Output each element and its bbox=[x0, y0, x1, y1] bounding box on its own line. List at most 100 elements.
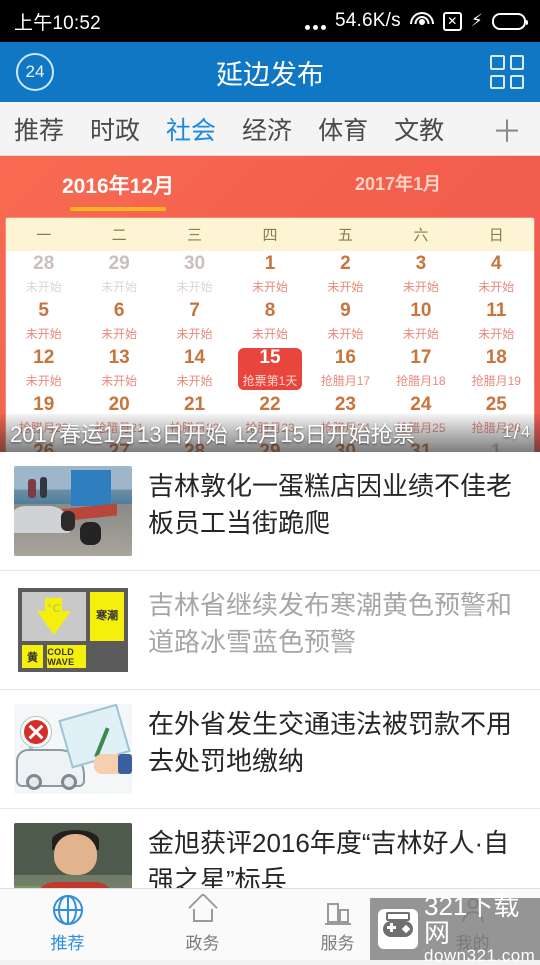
calendar-day-cell[interactable]: 10 未开始 bbox=[383, 298, 458, 345]
day-status: 未开始 bbox=[251, 279, 288, 294]
month-tab-current[interactable]: 2016年12月 bbox=[62, 170, 174, 211]
day-status: 未开始 bbox=[402, 279, 439, 294]
calendar-day-cell[interactable]: 11 未开始 bbox=[459, 298, 534, 345]
site-watermark: 321下载网 down321.com bbox=[370, 892, 540, 965]
nav-label: 服务 bbox=[320, 934, 355, 953]
news-list-item[interactable]: ℃ 寒潮 黄 COLD WAVE 吉林省继续发布寒潮黄色预警和道路冰雪蓝色预警 bbox=[0, 571, 540, 690]
warning-level: 黄 bbox=[21, 644, 44, 669]
day-number: 28 bbox=[33, 253, 55, 275]
day-number: 17 bbox=[410, 347, 432, 369]
news-list-item[interactable]: 吉林敦化一蛋糕店因业绩不佳老板员工当街跪爬 bbox=[0, 452, 540, 571]
logo-24-icon[interactable]: 24 bbox=[16, 53, 54, 91]
tab-shehui[interactable]: 社会 bbox=[166, 111, 216, 147]
day-number: 7 bbox=[189, 300, 200, 322]
charging-bolt-icon: ⚡ bbox=[470, 11, 483, 30]
cold-wave-english: COLD WAVE bbox=[47, 644, 86, 669]
day-number: 24 bbox=[410, 394, 432, 416]
day-number: 3 bbox=[415, 253, 427, 275]
grid-menu-icon[interactable] bbox=[490, 55, 524, 89]
banner-caption-text: 2017春运1月13日开始 12月15日开始抢票 bbox=[10, 422, 415, 447]
day-number: 8 bbox=[264, 300, 276, 322]
day-status: 抢腊月18 bbox=[396, 373, 446, 388]
day-status: 未开始 bbox=[101, 326, 138, 341]
day-number: 18 bbox=[485, 347, 507, 369]
calendar-day-cell[interactable]: 18 抢腊月19 bbox=[459, 345, 534, 392]
category-tab-bar[interactable]: 推荐 时政 社会 经济 体育 文教 ＋ bbox=[0, 102, 540, 156]
x-box-icon: ✕ bbox=[442, 11, 462, 31]
calendar-week-row: 5 未开始 6 未开始 7 未开始 8 未开始 9 未开始 10 未开始 11 未开始 bbox=[6, 298, 534, 345]
day-status: 未开始 bbox=[176, 326, 213, 341]
calendar-day-cell[interactable]: 17 抢腊月18 bbox=[383, 345, 458, 392]
news-list-item[interactable]: 在外省发生交通违法被罚款不用去处罚地缴纳 bbox=[0, 690, 540, 809]
street-scene-photo bbox=[14, 466, 132, 556]
calendar-day-cell[interactable]: 6 未开始 bbox=[81, 298, 156, 345]
nav-item-zhengwu[interactable]: 政务 bbox=[135, 889, 270, 960]
status-bar-time: 上午10:52 bbox=[14, 12, 101, 34]
calendar-day-cell-selected[interactable]: 15 抢票第1天 bbox=[232, 345, 307, 392]
tab-jingji[interactable]: 经济 bbox=[242, 111, 292, 147]
day-status: 未开始 bbox=[327, 279, 364, 294]
grid-cell bbox=[490, 74, 505, 89]
day-number: 30 bbox=[183, 253, 206, 275]
calendar-day-cell[interactable]: 12 未开始 bbox=[6, 345, 81, 392]
status-bar-icons: 54.6K/s ✕ ⚡ bbox=[305, 10, 528, 32]
calendar-day-cell[interactable]: 7 未开始 bbox=[157, 298, 232, 345]
tab-wenjiao[interactable]: 文教 bbox=[394, 111, 444, 147]
calendar-day-cell[interactable]: 8 未开始 bbox=[232, 298, 307, 345]
day-status: 未开始 bbox=[478, 326, 515, 341]
degree-symbol: ℃ bbox=[46, 602, 61, 615]
calendar-day-cell[interactable]: 3 未开始 bbox=[383, 251, 458, 298]
day-number: 19 bbox=[33, 394, 55, 416]
day-number: 22 bbox=[259, 394, 281, 416]
calendar-weekday-header: 一 二 三 四 五 六 日 bbox=[6, 218, 534, 251]
cold-wave-warning-icon: ℃ 寒潮 黄 COLD WAVE bbox=[14, 585, 132, 675]
wifi-icon bbox=[409, 12, 434, 30]
grid-cell bbox=[509, 55, 524, 70]
day-status: 抢腊月17 bbox=[320, 373, 371, 388]
weekday-tue: 二 bbox=[111, 227, 127, 244]
selected-day-highlight: 15 抢票第1天 bbox=[237, 347, 303, 390]
calendar-week-row: 12 未开始 13 未开始 14 未开始 15 抢票第1天 16 抢腊月17 17 抢腊月… bbox=[6, 345, 534, 392]
calendar-day-cell[interactable]: 9 未开始 bbox=[308, 298, 383, 345]
news-title: 吉林敦化一蛋糕店因业绩不佳老板员工当街跪爬 bbox=[148, 471, 513, 538]
month-tab-next[interactable]: 2017年1月 bbox=[355, 170, 441, 196]
weekday-mon: 一 bbox=[36, 227, 52, 244]
banner-carousel[interactable]: 2016年12月 2017年1月 一 二 三 四 五 六 日 28 未开始 29 未… bbox=[0, 156, 540, 452]
calendar-day-cell[interactable]: 28 未开始 bbox=[6, 251, 81, 298]
globe-icon bbox=[52, 895, 83, 925]
calendar-day-cell[interactable]: 13 未开始 bbox=[81, 345, 156, 392]
tab-shizheng[interactable]: 时政 bbox=[90, 111, 140, 147]
calendar-day-cell[interactable]: 4 未开始 bbox=[459, 251, 534, 298]
add-tab-button[interactable]: ＋ bbox=[492, 107, 522, 151]
day-number: 10 bbox=[410, 300, 432, 322]
tab-tuijian[interactable]: 推荐 bbox=[14, 111, 64, 147]
weekday-wed: 三 bbox=[187, 227, 203, 244]
calendar-day-cell[interactable]: 29 未开始 bbox=[81, 251, 156, 298]
calendar-day-cell[interactable]: 2 未开始 bbox=[308, 251, 383, 298]
nav-label: 推荐 bbox=[50, 934, 85, 953]
traffic-fine-illustration bbox=[14, 704, 132, 794]
day-number: 23 bbox=[334, 394, 356, 416]
calendar-day-cell[interactable]: 1 未开始 bbox=[232, 251, 307, 298]
day-status: 未开始 bbox=[25, 326, 62, 341]
nav-item-tuijian[interactable]: 推荐 bbox=[0, 889, 135, 960]
day-status: 未开始 bbox=[402, 326, 439, 341]
day-status: 未开始 bbox=[327, 326, 364, 341]
day-status: 未开始 bbox=[176, 279, 213, 294]
day-status: 未开始 bbox=[176, 373, 213, 388]
day-number: 4 bbox=[490, 253, 502, 275]
day-status: 抢腊月19 bbox=[471, 373, 521, 388]
day-status: 未开始 bbox=[25, 279, 62, 294]
grid-cell bbox=[509, 74, 524, 89]
day-number: 5 bbox=[38, 300, 49, 322]
weekday-thu: 四 bbox=[262, 227, 278, 244]
calendar-day-cell[interactable]: 16 抢腊月17 bbox=[308, 345, 383, 392]
tab-tiyu[interactable]: 体育 bbox=[318, 111, 368, 147]
calendar-day-cell[interactable]: 14 未开始 bbox=[157, 345, 232, 392]
day-number: 21 bbox=[183, 394, 206, 416]
calendar-day-cell[interactable]: 5 未开始 bbox=[6, 298, 81, 345]
calendar-day-cell[interactable]: 30 未开始 bbox=[157, 251, 232, 298]
day-number: 12 bbox=[33, 347, 55, 369]
news-list[interactable]: 吉林敦化一蛋糕店因业绩不佳老板员工当街跪爬 ℃ 寒潮 黄 COLD WAVE 吉… bbox=[0, 452, 540, 928]
banner-month-switch[interactable]: 2016年12月 2017年1月 bbox=[0, 156, 540, 218]
